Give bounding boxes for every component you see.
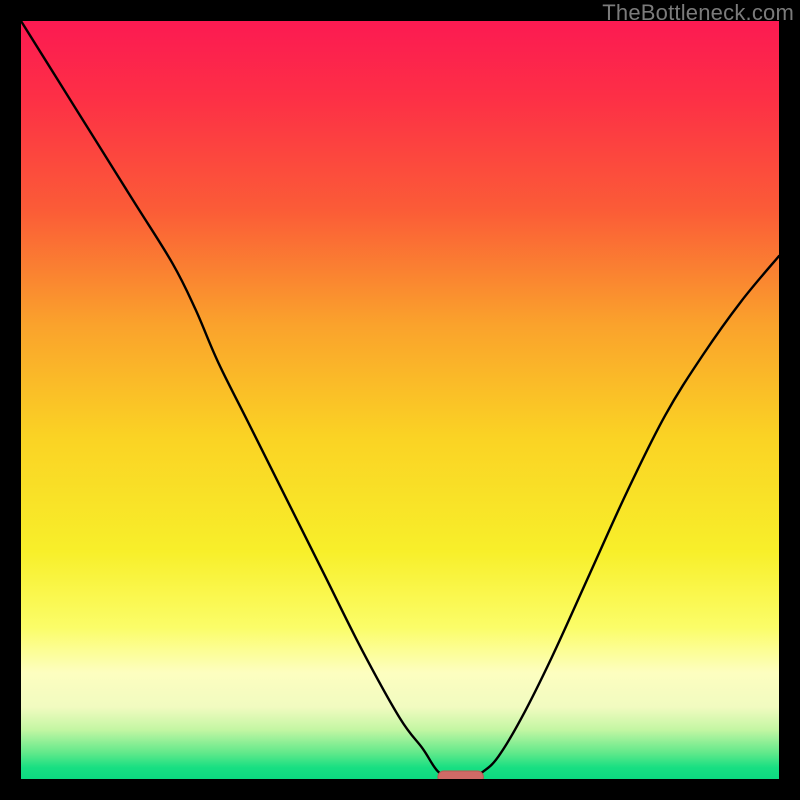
chart-frame [21,21,779,779]
optimal-marker [438,771,483,779]
watermark-text: TheBottleneck.com [602,0,794,26]
bottleneck-chart [21,21,779,779]
gradient-background [21,21,779,779]
